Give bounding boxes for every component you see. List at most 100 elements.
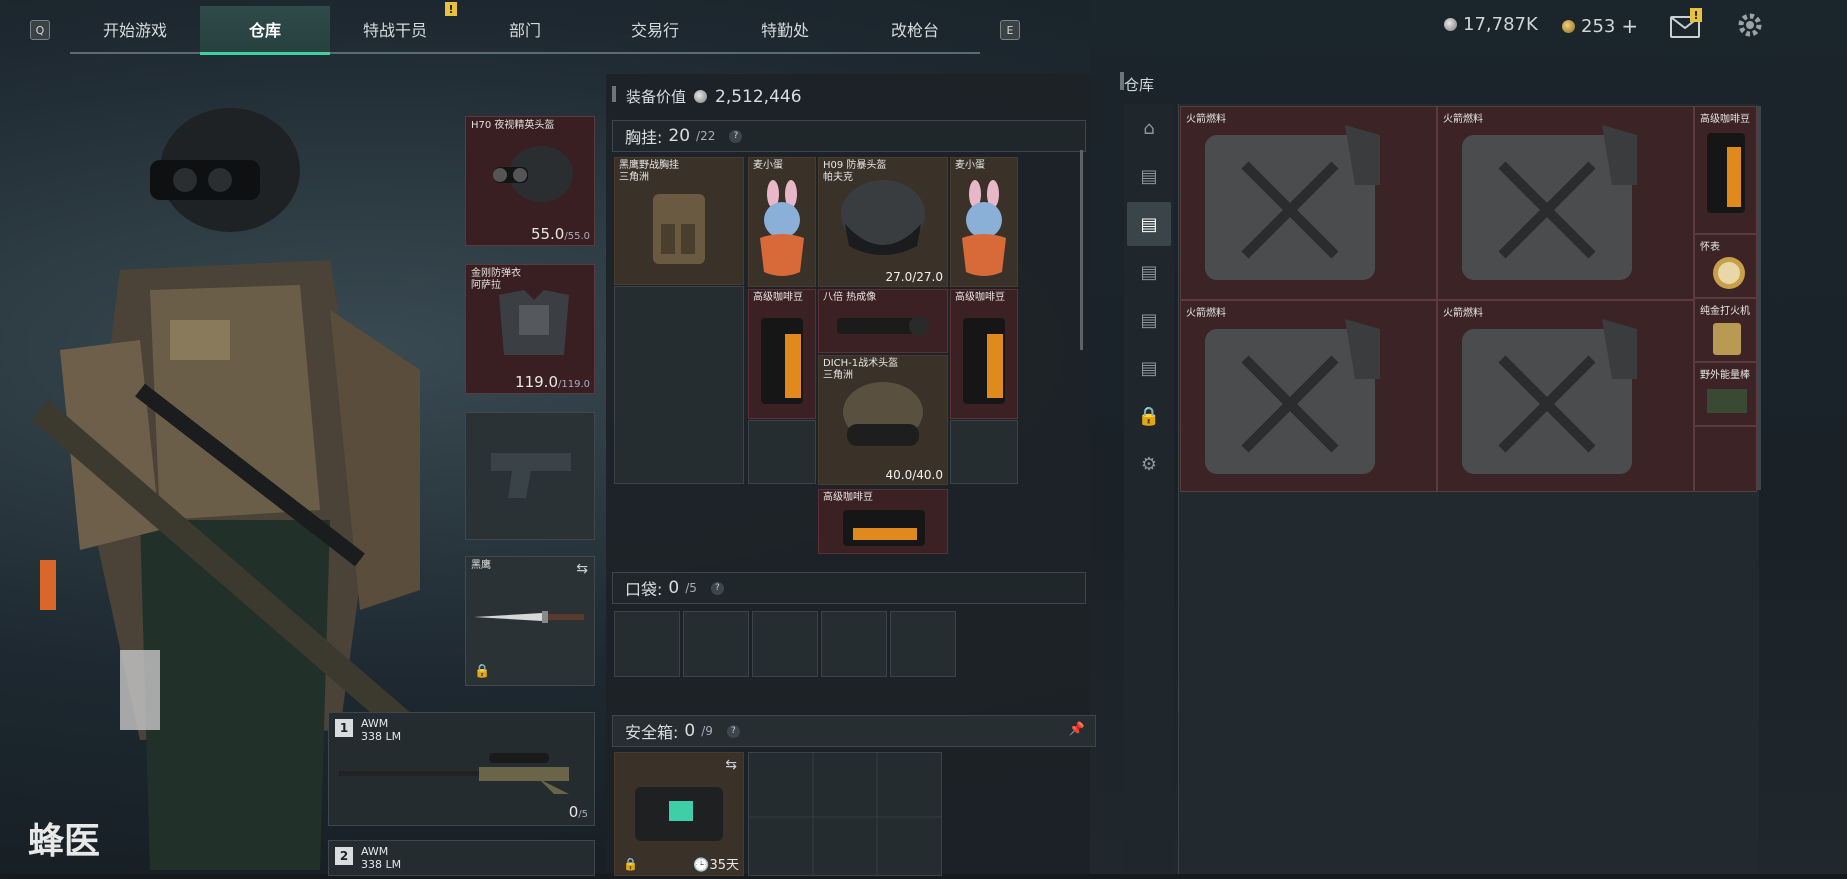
ration-label: 野外能量棒 (1700, 370, 1750, 381)
tab-market[interactable]: 交易行 (590, 6, 720, 52)
gold-amount: 253 (1581, 15, 1616, 37)
rig-empty-cell[interactable] (614, 286, 744, 484)
tab-storage-2-icon[interactable]: ▤ (1127, 202, 1171, 246)
gold-currency: 253 + (1562, 14, 1638, 38)
coffee-label: 高级咖啡豆 (753, 292, 803, 303)
pistol-slot-empty[interactable] (465, 412, 595, 540)
rig-empty-cell[interactable] (748, 420, 816, 484)
silver-coin-icon (1444, 18, 1457, 31)
armor-slot[interactable]: 金刚防弹衣 阿萨拉 119.0/119.0 (465, 264, 595, 394)
tab-settings-icon[interactable]: ⚙ (1127, 442, 1171, 486)
settings-gear-icon[interactable] (1737, 12, 1763, 38)
silver-currency: 17,787K (1444, 14, 1538, 35)
safebox-grid[interactable] (748, 752, 942, 876)
secondary-weapon-slot[interactable]: 2 AWM 338 LM (328, 840, 595, 876)
weapon-slot-number: 1 (335, 719, 353, 737)
coffee-item-2[interactable]: 高级咖啡豆 (950, 289, 1018, 419)
pocket-slot[interactable] (614, 611, 680, 677)
primary-weapon-slot[interactable]: 1 AWM 338 LM 0/5 (328, 712, 595, 826)
gear-value: 装备价值 2,512,446 (626, 86, 802, 107)
pocket-slot[interactable] (821, 611, 887, 677)
tab-storage-1-icon[interactable]: ▤ (1127, 154, 1171, 198)
tab-department[interactable]: 部门 (460, 6, 590, 52)
tab-locked-icon[interactable]: 🔒 (1127, 394, 1171, 438)
top-navigation: 开始游戏 仓库 特战干员 部门 交易行 特勤处 改枪台 (70, 6, 980, 55)
helmet-slot[interactable]: H70 夜视精英头盔 55.0/55.0 (465, 116, 595, 246)
egg-item-2[interactable]: 麦小蛋 (950, 157, 1018, 287)
chest-rig-header: 胸挂: 20/22? (612, 120, 1086, 152)
rocket-fuel-item-1[interactable]: 火箭燃料 (1180, 106, 1437, 300)
tab-special-services[interactable]: 特勤处 (720, 6, 850, 52)
safebox-grid-lines (749, 753, 941, 875)
pocket-slot[interactable] (890, 611, 956, 677)
safebox-item[interactable]: ⇆ 🔒 🕒35天 (614, 752, 744, 876)
energy-bar-item[interactable]: 野外能量棒 (1694, 362, 1757, 426)
prev-tab-key[interactable]: Q (30, 20, 50, 40)
panel-scrollbar[interactable] (1080, 150, 1083, 350)
melee-slot[interactable]: 黑鹰 ⇆ 🔒 (465, 556, 595, 686)
tab-warehouse[interactable]: 仓库 (200, 6, 330, 55)
coffee-item-1[interactable]: 高级咖啡豆 (748, 289, 816, 419)
jerry-can-icon (1462, 125, 1637, 280)
pocket-watch-icon (1713, 257, 1745, 289)
weapon-slot-number-2: 2 (335, 847, 353, 865)
watermark-text: 蜂医 (28, 821, 101, 862)
swap-icon[interactable]: ⇆ (576, 561, 588, 577)
coffee-item-3[interactable]: 高级咖啡豆 (818, 489, 948, 554)
sniper-rifle-icon (339, 753, 569, 794)
h09-helmet-item[interactable]: H09 防暴头盔 帕夫克 27.0/27.0 (818, 157, 948, 287)
melee-label: 黑鹰 (471, 560, 491, 571)
chest-rig-icon (653, 194, 705, 264)
thermal-scope-item[interactable]: 八倍 热成像 (818, 289, 948, 353)
help-icon[interactable]: ? (729, 129, 743, 143)
gear-value-bar (612, 86, 616, 102)
silver-amount: 17,787K (1463, 14, 1538, 35)
tab-storage-5-icon[interactable]: ▤ (1127, 346, 1171, 390)
rocket-fuel-item-4[interactable]: 火箭燃料 (1437, 300, 1694, 492)
swap-icon[interactable]: ⇆ (725, 757, 737, 773)
rocket-fuel-item-3[interactable]: 火箭燃料 (1180, 300, 1437, 492)
helmet-durability: 55.0/55.0 (530, 225, 590, 243)
coffee-label: 高级咖啡豆 (955, 292, 1005, 303)
pockets-title: 口袋: (625, 580, 663, 599)
chest-rig-title: 胸挂: (625, 128, 663, 147)
energy-bar-icon (1707, 389, 1747, 413)
help-icon[interactable]: ? (710, 581, 724, 595)
pocket-watch-item[interactable]: 怀表 (1694, 234, 1757, 298)
tab-storage-3-icon[interactable]: ▤ (1127, 250, 1171, 294)
gold-lighter-item[interactable]: 纯金打火机 (1694, 298, 1757, 362)
jerry-can-icon (1462, 319, 1637, 474)
warehouse-coffee-item[interactable]: 高级咖啡豆 (1694, 106, 1757, 234)
rig-empty-cell[interactable] (950, 420, 1018, 484)
help-icon[interactable]: ? (726, 724, 740, 738)
tab-start-game[interactable]: 开始游戏 (70, 6, 200, 52)
lock-icon: 🔒 (474, 664, 491, 679)
pin-icon[interactable]: 📌 (1069, 722, 1085, 737)
tab-operators[interactable]: 特战干员 (330, 6, 460, 52)
warehouse-scrollbar[interactable] (1757, 106, 1761, 490)
pistol-placeholder-icon (491, 453, 571, 498)
pocket-slot[interactable] (683, 611, 749, 677)
pockets-header: 口袋: 0/5? (612, 572, 1086, 604)
scope-label: 八倍 热成像 (823, 292, 877, 303)
next-tab-key[interactable]: E (1000, 20, 1020, 40)
tab-gunsmith[interactable]: 改枪台 (850, 6, 980, 52)
egg-item-1[interactable]: 麦小蛋 (748, 157, 816, 287)
dich-helmet-item[interactable]: DICH-1战术头盔 三角洲 40.0/40.0 (818, 355, 948, 485)
lock-icon: 🔒 (623, 857, 638, 871)
tab-all-icon[interactable]: ⌂ (1127, 106, 1171, 150)
operators-alert-icon: ! (445, 2, 457, 16)
gear-value-label: 装备价值 (626, 88, 687, 106)
pockets-capacity: /5 (685, 581, 697, 595)
warehouse-side-tabs: ⌂ ▤ ▤ ▤ ▤ ▤ 🔒 ⚙ (1124, 104, 1174, 874)
rocket-fuel-item-2[interactable]: 火箭燃料 (1437, 106, 1694, 300)
coffee-bag-icon (1707, 133, 1745, 213)
coffee-label: 高级咖啡豆 (823, 492, 873, 503)
add-gold-button[interactable]: + (1621, 14, 1638, 38)
chest-rig-item[interactable]: 黑鹰野战胸挂 三角洲 (614, 157, 744, 285)
mail-alert-icon: ! (1690, 8, 1702, 22)
tab-storage-4-icon[interactable]: ▤ (1127, 298, 1171, 342)
pocket-slot[interactable] (752, 611, 818, 677)
silver-coin-icon (694, 90, 708, 103)
warehouse-empty-red-cell[interactable] (1694, 426, 1757, 492)
